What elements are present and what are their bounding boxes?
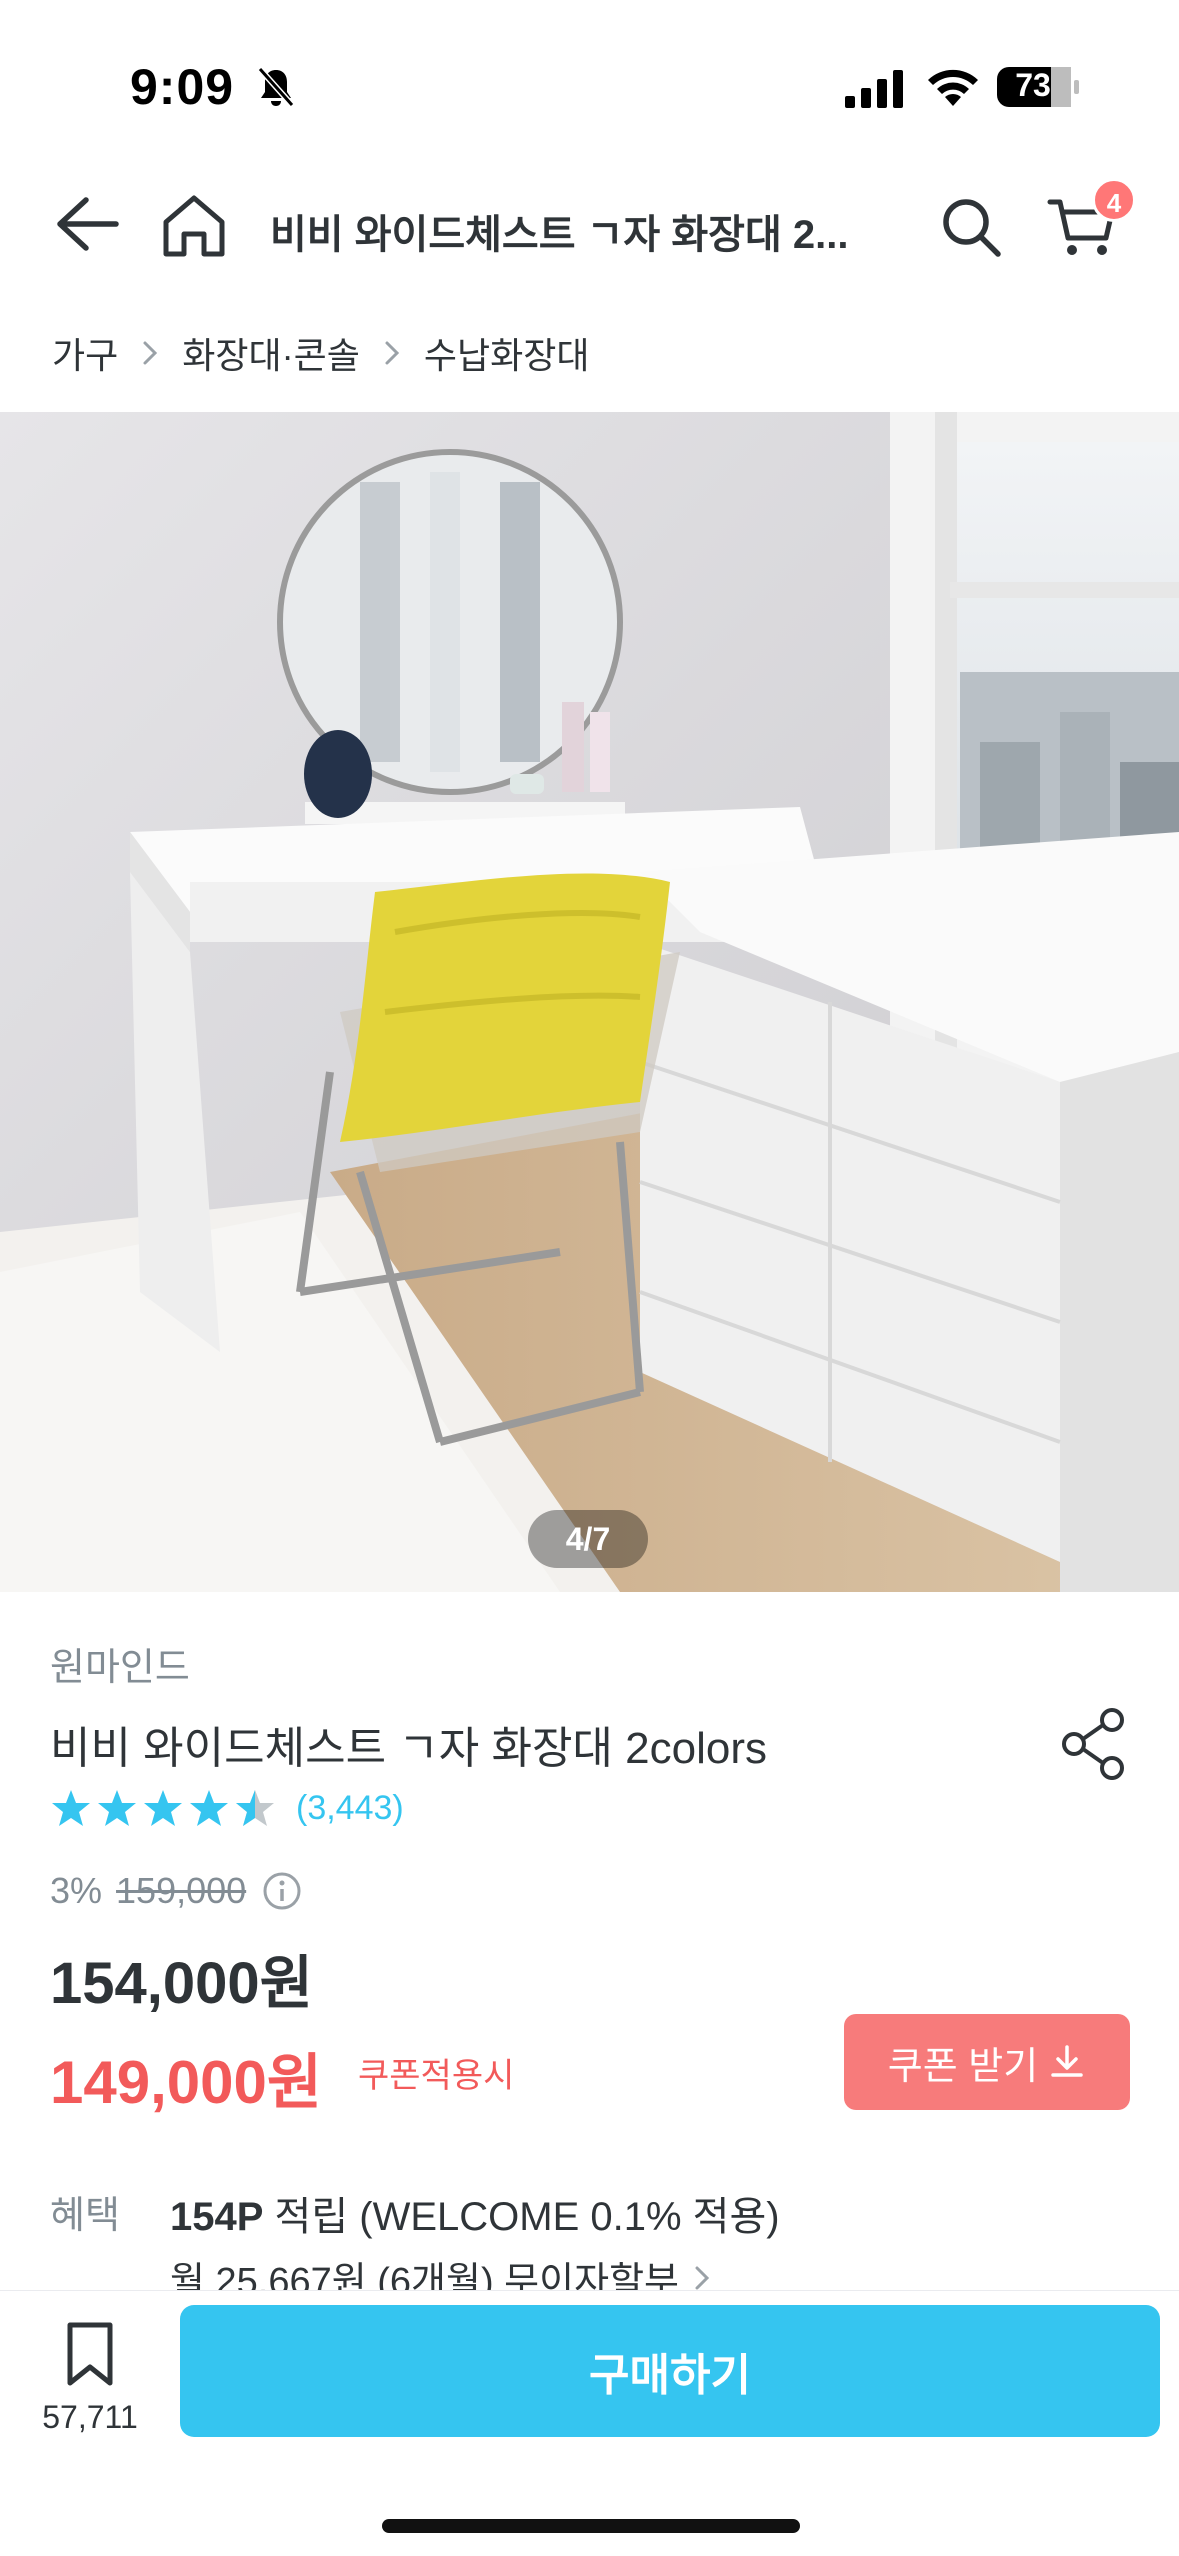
coupon-button-label: 쿠폰 받기 bbox=[887, 2045, 1039, 2088]
review-count[interactable]: (3,443) bbox=[296, 1789, 404, 1828]
product-photo-illustration bbox=[0, 412, 1179, 1592]
coupon-note: 쿠폰적용시 bbox=[358, 2057, 515, 2095]
search-icon[interactable] bbox=[938, 194, 1004, 260]
star-filled-icon bbox=[52, 1790, 90, 1826]
original-price: 159,000 bbox=[116, 1870, 247, 1911]
breadcrumb-item[interactable]: 화장대·콘솔 bbox=[182, 327, 360, 379]
back-arrow-icon[interactable] bbox=[50, 192, 122, 256]
discount-row: 3% 159,000 bbox=[50, 1870, 302, 1912]
benefit-points: 154P 적립 (WELCOME 0.1% 적용) bbox=[170, 2184, 780, 2242]
info-icon[interactable] bbox=[262, 1871, 302, 1911]
cart-count-badge: 4 bbox=[1092, 178, 1136, 222]
battery-level: 73 bbox=[1015, 67, 1051, 103]
chevron-right-icon bbox=[143, 341, 158, 365]
benefit-label: 혜택 bbox=[50, 2195, 120, 2237]
rating-row[interactable]: (3,443) bbox=[50, 1788, 404, 1828]
breadcrumb-item[interactable]: 수납화장대 bbox=[424, 327, 590, 379]
star-filled-icon bbox=[190, 1790, 228, 1826]
home-icon[interactable] bbox=[158, 190, 230, 260]
discount-rate: 3% bbox=[50, 1870, 103, 1911]
bookmark-icon bbox=[67, 2322, 113, 2386]
breadcrumb: 가구 화장대·콘솔 수납화장대 bbox=[52, 328, 589, 378]
product-name: 비비 와이드체스트 ㄱ자 화장대 2colors bbox=[50, 1724, 767, 1773]
chevron-right-icon bbox=[695, 2266, 710, 2289]
chevron-right-icon bbox=[385, 341, 399, 365]
bell-off-icon bbox=[257, 67, 295, 107]
image-counter: 4/7 bbox=[528, 1510, 648, 1568]
status-bar: 9:09 73 bbox=[0, 0, 1179, 160]
points-amount: 154P bbox=[170, 2195, 264, 2239]
star-filled-icon bbox=[98, 1790, 136, 1826]
product-image[interactable] bbox=[0, 412, 1179, 1592]
home-indicator[interactable] bbox=[382, 2519, 800, 2533]
bookmark-count: 57,711 bbox=[42, 2399, 138, 2435]
breadcrumb-item[interactable]: 가구 bbox=[52, 327, 118, 379]
bookmark-button[interactable]: 57,711 bbox=[30, 2309, 150, 2459]
brand-name[interactable]: 원마인드 bbox=[50, 1636, 190, 1691]
sale-price: 154,000원 bbox=[50, 1951, 314, 2016]
coupon-price: 149,000원 bbox=[50, 2049, 323, 2116]
status-time: 9:09 bbox=[130, 59, 235, 115]
star-half-icon bbox=[236, 1790, 274, 1826]
star-filled-icon bbox=[144, 1790, 182, 1826]
points-detail: 적립 (WELCOME 0.1% 적용) bbox=[263, 2195, 780, 2239]
bottom-action-bar: 57,711 구매하기 bbox=[0, 2290, 1179, 2556]
wifi-icon bbox=[928, 69, 978, 106]
top-navigation: 비비 와이드체스트 ㄱ자 화장대 2... 4 bbox=[0, 170, 1179, 280]
download-icon bbox=[1051, 2045, 1083, 2077]
get-coupon-button[interactable]: 쿠폰 받기 bbox=[844, 2014, 1130, 2110]
share-icon[interactable] bbox=[1058, 1706, 1130, 1782]
page-title: 비비 와이드체스트 ㄱ자 화장대 2... bbox=[270, 213, 849, 257]
buy-button[interactable]: 구매하기 bbox=[180, 2305, 1160, 2437]
signal-icon bbox=[845, 70, 903, 108]
